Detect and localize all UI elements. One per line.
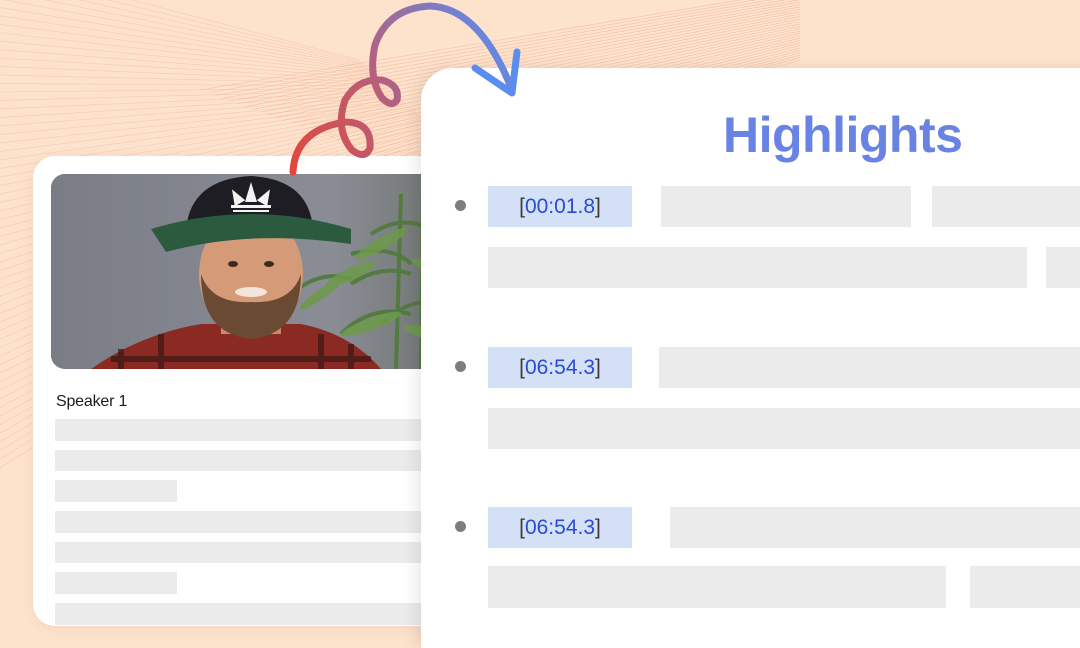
- bullet-dot-icon: [455, 361, 466, 372]
- timestamp-link[interactable]: 00:01.8: [525, 195, 595, 219]
- close-bracket: ]: [595, 515, 601, 539]
- transcript-line-placeholder: [55, 603, 453, 625]
- highlight-text-placeholder: [661, 186, 911, 227]
- background-line: [0, 96, 401, 135]
- transcript-line-placeholder: [55, 572, 177, 594]
- background-line: [0, 91, 395, 110]
- transcript-line-placeholder: [55, 480, 177, 502]
- speaker-label: Speaker 1: [56, 393, 128, 410]
- transcript-line-placeholder: [55, 450, 453, 471]
- close-bracket: ]: [595, 194, 601, 218]
- timestamp-chip[interactable]: [ 00:01.8]: [488, 186, 632, 227]
- background-line: [0, 100, 405, 152]
- background-line: [3, 0, 369, 68]
- transcript-line-placeholder: [55, 542, 453, 563]
- timestamp-chip[interactable]: [ 06:54.3]: [488, 347, 632, 388]
- speaker-video-image: [51, 174, 451, 369]
- highlights-card: Highlights [ 00:01.8] [ 06:54.3] [ 06:54…: [421, 68, 1080, 648]
- highlight-text-placeholder: [488, 247, 1027, 288]
- highlight-text-placeholder: [659, 347, 1080, 388]
- timestamp-link[interactable]: 06:54.3: [525, 356, 595, 380]
- background-line: [0, 23, 375, 74]
- timestamp-chip[interactable]: [ 06:54.3]: [488, 507, 632, 548]
- highlights-title: Highlights: [723, 107, 963, 163]
- close-bracket: ]: [595, 355, 601, 379]
- speaker-video-thumbnail[interactable]: [51, 174, 451, 369]
- background-line: [0, 15, 373, 72]
- timestamp-link[interactable]: 06:54.3: [525, 516, 595, 540]
- bullet-dot-icon: [455, 521, 466, 532]
- transcript-line-placeholder: [55, 511, 453, 533]
- background-line: [0, 32, 377, 76]
- highlight-text-placeholder: [932, 186, 1080, 227]
- transcript-line-placeholder: [55, 419, 453, 441]
- highlight-text-placeholder: [1046, 247, 1080, 288]
- highlight-text-placeholder: [670, 507, 1080, 548]
- highlight-text-placeholder: [488, 408, 1080, 449]
- background-line: [0, 40, 379, 78]
- highlight-text-placeholder: [488, 566, 946, 608]
- highlight-text-placeholder: [970, 566, 1080, 608]
- transcript-card: Speaker 1: [33, 156, 453, 626]
- bullet-dot-icon: [455, 200, 466, 211]
- background-line: [0, 83, 389, 87]
